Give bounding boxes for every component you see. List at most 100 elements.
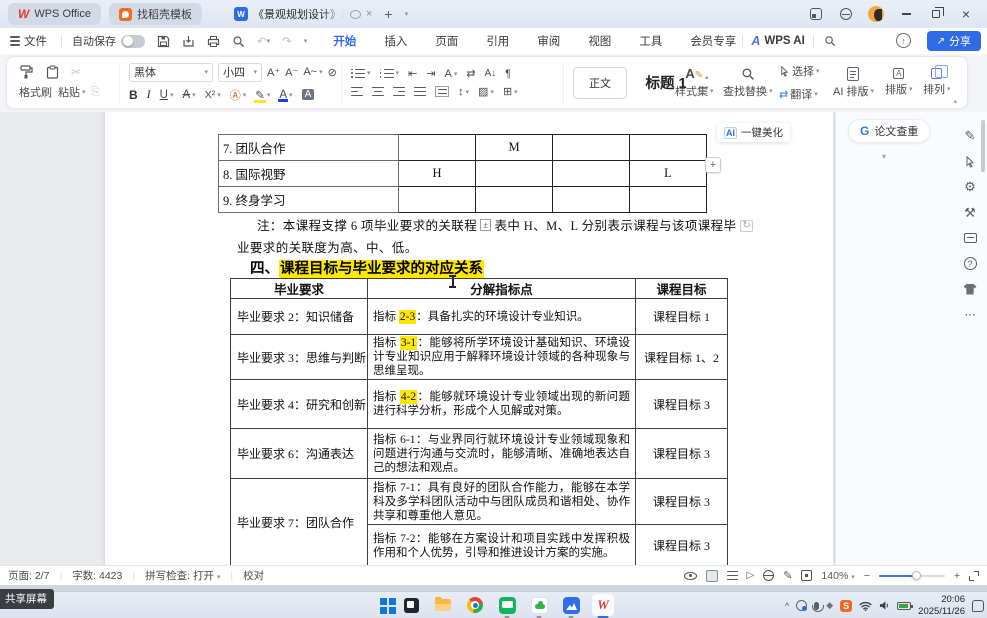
matrix-row-label[interactable]: 8. 国际视野 [219,161,399,187]
matrix-cell[interactable] [399,187,476,213]
tab-list-caret-icon[interactable]: ▾ [399,10,415,18]
indicator-cell[interactable]: 指标 2-3：具备扎实的环境设计专业知识。 [368,299,636,335]
matrix-cell[interactable] [553,161,630,187]
zoom-level[interactable]: 140% ▾ [821,570,854,582]
tab-member[interactable]: 会员专享 [688,31,738,51]
goal-cell[interactable]: 课程目标 3 [636,380,728,429]
align-left-button[interactable] [351,87,363,96]
theme-globe-icon[interactable] [833,3,859,25]
paper-check-button[interactable]: G 论文查重 [848,119,930,143]
ink-pen-icon[interactable]: ✎ [783,569,792,582]
blue-app-button[interactable] [560,594,582,616]
quickbar-more-icon[interactable]: ▾ [298,37,314,45]
find-replace-button[interactable]: 查找替换▾ [723,67,773,99]
help-icon[interactable]: ? [962,256,978,272]
char-shading-button[interactable]: A [302,89,315,100]
indicator-cell[interactable]: 指标 7-2：能够在方案设计和项目实践中发挥积极作用和个人优势，引导和推进设计方… [368,525,636,566]
underline-button[interactable]: U▾ [160,89,174,101]
requirement-cell[interactable]: 毕业要求 7：团队合作 [231,479,368,566]
align-right-button[interactable] [393,87,405,96]
borders-button[interactable]: ⊞▾ [503,85,518,98]
font-color-button[interactable]: A▾ [279,89,292,101]
select-button[interactable]: 选择▾ [779,63,820,79]
indicator-cell[interactable]: 指标 7-1：具有良好的团队合作能力，能够在本学科及多学科团队活动中与团队成员和… [368,479,636,525]
toolbox-icon[interactable]: ⚒ [962,205,978,221]
page-indicator[interactable]: 页面: 2/7 [8,568,49,583]
goal-cell[interactable]: 课程目标 3 [636,429,728,479]
save-button[interactable] [151,35,176,48]
document-page[interactable]: AI 一键美化 7. 团队合作 M 8. 国际视野 H L [105,112,833,565]
microphone-icon[interactable] [814,602,819,610]
matrix-cell[interactable] [476,187,553,213]
show-marks-icon[interactable]: ¶ [505,68,511,80]
matrix-cell[interactable]: L [630,161,707,187]
notification-icon[interactable] [972,600,984,612]
goal-cell[interactable]: 课程目标 3 [636,479,728,525]
increase-indent-icon[interactable]: ⇥ [426,67,435,80]
style-normal[interactable]: 正文 [573,67,627,99]
goal-cell[interactable]: 课程目标 1、2 [636,335,728,380]
meeting-app-button[interactable] [496,594,518,616]
wrap-icon[interactable]: ⇄ [466,67,475,80]
matrix-cell[interactable] [476,161,553,187]
superscript-button[interactable]: X²▾ [205,89,221,101]
close-button[interactable]: × [953,3,979,25]
eye-protect-icon[interactable] [684,572,697,580]
user-avatar[interactable] [863,3,889,25]
paste-label[interactable]: 粘贴▾ [58,84,86,100]
support-matrix-table[interactable]: 7. 团队合作 M 8. 国际视野 H L 9. 终身学习 [218,134,707,213]
matrix-cell[interactable]: H [399,161,476,187]
font-name-select[interactable]: 黑体▾ [129,63,213,82]
vertical-scrollbar[interactable] [981,120,985,172]
select-cursor-icon[interactable] [962,154,978,170]
tray-app-icon[interactable] [796,600,807,611]
print-preview-button[interactable] [226,35,251,48]
matrix-cell[interactable] [630,135,707,161]
wps-app-button[interactable]: W [592,594,614,616]
clock[interactable]: 20:06 2025/11/26 [918,594,965,617]
indicator-cell[interactable]: 指标 3-1：能够将所学环境设计基础知识、环境设计专业知识应用于解释环境设计领域… [368,335,636,380]
style-set-button[interactable]: A✎ 样式集▾ [675,66,714,99]
char-scale-button[interactable]: A▾ [444,68,457,80]
decrease-indent-icon[interactable]: ⇤ [408,67,417,80]
spellcheck-status[interactable]: 拼写检查: 打开 ▾ [145,568,220,583]
tab-insert[interactable]: 插入 [382,31,409,51]
indicator-cell[interactable]: 指标 6-1：与业界同行就环境设计专业领域现象和问题进行沟通与交流时，能够清晰、… [368,429,636,479]
decrease-font-icon[interactable]: A⁻ [285,66,298,79]
fullscreen-icon[interactable] [969,571,979,581]
tab-view[interactable]: 视图 [586,31,613,51]
page-view-icon[interactable] [706,570,718,582]
restore-button[interactable] [923,3,949,25]
matrix-cell[interactable] [553,135,630,161]
format-painter-icon[interactable] [19,65,34,79]
undo-button[interactable]: ↶▾ [251,34,276,48]
goal-cell[interactable]: 课程目标 3 [636,525,728,566]
autosave-toggle[interactable] [121,35,145,48]
tab-review[interactable]: 审阅 [535,31,562,51]
settings-gear-icon[interactable]: ⚙ [962,179,978,195]
redo-button[interactable]: ↷ [276,34,298,48]
autosave-control[interactable]: 自动保存 [66,33,151,49]
objective-mapping-table[interactable]: 毕业要求 分解指标点 课程目标 毕业要求 2：知识储备 指标 2-3：具备扎实的… [230,278,728,565]
tab-docer-templates[interactable]: 找稻壳模板 [109,3,202,25]
sort-icon[interactable]: A↓ [485,68,497,79]
matrix-cell[interactable]: M [476,135,553,161]
matrix-row-label[interactable]: 9. 终身学习 [219,187,399,213]
location-pin-icon[interactable]: ◆ [826,600,833,611]
new-tab-button[interactable]: + [378,6,398,22]
outline-view-icon[interactable] [727,571,738,580]
goal-cell[interactable]: 课程目标 1 [636,299,728,335]
zoom-out-button[interactable]: − [864,570,870,582]
cloud-app-button[interactable] [528,594,550,616]
increase-font-icon[interactable]: A⁺ [267,66,280,79]
tab-document[interactable]: W 《景观规划设计》2025教 × [228,6,378,22]
search-icon[interactable] [818,35,842,47]
distribute-button[interactable] [435,86,449,96]
screen-share-badge[interactable]: 共享屏幕 [0,589,54,609]
phonetic-guide-button[interactable]: Ⓐ▾ [230,87,247,103]
upload-cloud-icon[interactable]: ↑ [896,33,911,48]
requirement-cell[interactable]: 毕业要求 2：知识储备 [231,299,368,335]
web-layout-icon[interactable] [763,570,774,581]
matrix-row-label[interactable]: 7. 团队合作 [219,135,399,161]
paste-icon[interactable] [46,65,59,79]
